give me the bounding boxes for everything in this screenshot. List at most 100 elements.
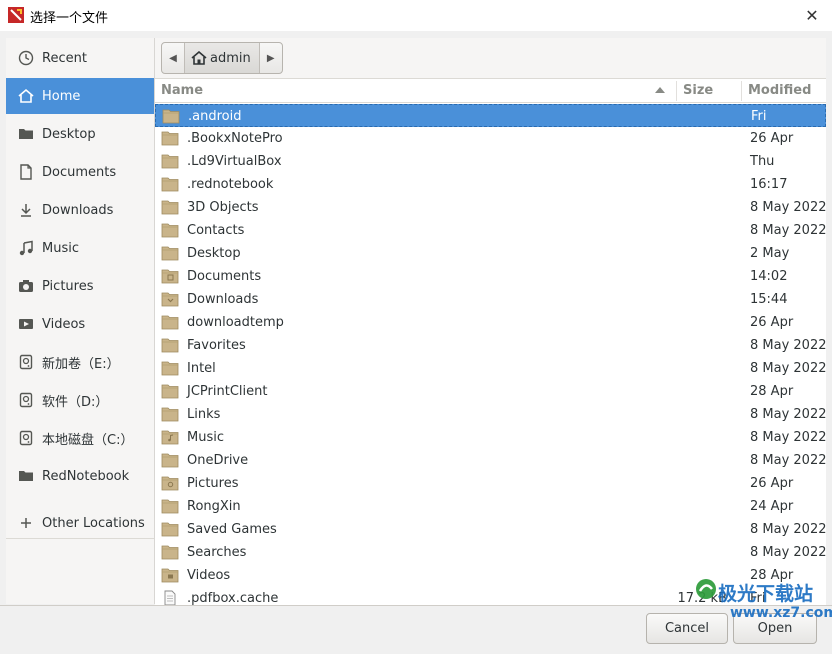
file-modified: 8 May 2022 — [750, 200, 826, 215]
main-pane: ◀ admin ▶ Name Size Modified .android Fri… — [155, 38, 826, 605]
column-divider[interactable] — [741, 81, 742, 101]
folder-icon — [161, 567, 179, 583]
folder-icon — [161, 314, 179, 330]
folder-icon — [161, 130, 179, 146]
file-row[interactable]: Pictures 26 Apr — [155, 472, 826, 495]
chevron-left-icon[interactable]: ◀ — [169, 53, 177, 64]
watermark: 极光下载站 www.xz7.com — [694, 575, 832, 647]
sidebar-item-label: Desktop — [42, 126, 96, 142]
file-row[interactable]: Documents 14:02 — [155, 265, 826, 288]
file-modified: 8 May 2022 — [750, 545, 826, 560]
file-name: Searches — [187, 545, 247, 560]
file-name: Favorites — [187, 338, 246, 353]
file-row[interactable]: .rednotebook 16:17 — [155, 173, 826, 196]
watermark-title: 极光下载站 — [718, 583, 814, 605]
column-size-header[interactable]: Size — [683, 79, 713, 102]
folder-icon — [161, 360, 179, 376]
app-icon — [8, 7, 24, 23]
file-row[interactable]: 3D Objects 8 May 2022 — [155, 196, 826, 219]
chevron-right-icon[interactable]: ▶ — [267, 53, 275, 64]
music-icon — [18, 240, 34, 256]
column-divider[interactable] — [676, 81, 677, 101]
file-row[interactable]: OneDrive 8 May 2022 — [155, 449, 826, 472]
folder-icon — [161, 337, 179, 353]
folder-icon — [161, 268, 179, 284]
sidebar-item-downloads[interactable]: Downloads — [6, 192, 154, 228]
file-row[interactable]: Desktop 2 May — [155, 242, 826, 265]
file-name: Intel — [187, 361, 216, 376]
file-modified: 28 Apr — [750, 384, 794, 399]
file-name: 3D Objects — [187, 200, 259, 215]
home-icon — [191, 51, 207, 65]
path-forward-button[interactable]: ▶ — [260, 43, 282, 73]
sidebar-item-documents[interactable]: Documents — [6, 154, 154, 190]
sidebar-item-label: Other Locations — [42, 515, 145, 531]
file-row[interactable]: Downloads 15:44 — [155, 288, 826, 311]
file-modified: 16:17 — [750, 177, 788, 192]
file-row[interactable]: Favorites 8 May 2022 — [155, 334, 826, 357]
file-name: .android — [188, 109, 242, 124]
file-row[interactable]: Music 8 May 2022 — [155, 426, 826, 449]
folder-icon — [161, 406, 179, 422]
clock-icon — [18, 50, 34, 66]
column-modified-header[interactable]: Modified — [748, 79, 811, 102]
file-list[interactable]: Name Size Modified .android Fri .BookxNote… — [155, 78, 826, 605]
file-modified: 8 May 2022 — [750, 407, 826, 422]
file-row[interactable]: Contacts 8 May 2022 — [155, 219, 826, 242]
path-bar: ◀ admin ▶ — [161, 42, 283, 74]
sidebar-item-label: 软件（D:） — [42, 394, 109, 410]
file-row[interactable]: .Ld9VirtualBox Thu — [155, 150, 826, 173]
path-back-button[interactable]: ◀ — [162, 43, 184, 73]
folder-icon — [161, 222, 179, 238]
sidebar-item-drive-10[interactable]: 本地磁盘（C:） — [6, 420, 154, 456]
file-modified: 8 May 2022 — [750, 223, 826, 238]
file-name: JCPrintClient — [187, 384, 268, 399]
file-row[interactable]: Links 8 May 2022 — [155, 403, 826, 426]
download-icon — [18, 202, 34, 218]
folder-icon — [161, 199, 179, 215]
file-modified: 8 May 2022 — [750, 522, 826, 537]
folder-icon — [161, 521, 179, 537]
file-name: .BookxNotePro — [187, 131, 283, 146]
file-row[interactable]: .BookxNotePro 26 Apr — [155, 127, 826, 150]
column-name-header[interactable]: Name — [161, 79, 203, 102]
file-row[interactable]: Saved Games 8 May 2022 — [155, 518, 826, 541]
file-modified: 8 May 2022 — [750, 430, 826, 445]
file-modified: 15:44 — [750, 292, 788, 307]
sidebar-item-home[interactable]: Home — [6, 78, 154, 114]
sidebar-item-rednotebook[interactable]: RedNotebook — [6, 458, 154, 494]
file-modified: 8 May 2022 — [750, 453, 826, 468]
file-row[interactable]: Intel 8 May 2022 — [155, 357, 826, 380]
file-row[interactable]: Searches 8 May 2022 — [155, 541, 826, 564]
sidebar-item-recent[interactable]: Recent — [6, 40, 154, 76]
sidebar-item-label: RedNotebook — [42, 468, 130, 484]
sidebar-item-drive-8[interactable]: 新加卷（E:） — [6, 344, 154, 380]
folder-icon — [161, 245, 179, 261]
places-sidebar: Recent Home Desktop Documents Downloads Music… — [6, 38, 155, 604]
sidebar-item-pictures[interactable]: Pictures — [6, 268, 154, 304]
sidebar-item-label: 本地磁盘（C:） — [42, 432, 134, 448]
sidebar-item-label: Music — [42, 240, 79, 256]
file-row[interactable]: JCPrintClient 28 Apr — [155, 380, 826, 403]
path-button-home[interactable]: admin — [184, 43, 260, 73]
sidebar-item-label: Home — [42, 88, 81, 104]
folder-icon — [18, 468, 34, 484]
document-icon — [18, 164, 34, 180]
file-name: Contacts — [187, 223, 245, 238]
close-button[interactable]: ✕ — [792, 0, 832, 31]
sidebar-item-label: Recent — [42, 50, 87, 66]
folder-icon — [161, 383, 179, 399]
file-row[interactable]: RongXin 24 Apr — [155, 495, 826, 518]
folder-icon — [161, 291, 179, 307]
sidebar-item-videos[interactable]: Videos — [6, 306, 154, 342]
file-name: Pictures — [187, 476, 239, 491]
file-row[interactable]: .android Fri — [155, 104, 826, 127]
file-name: .rednotebook — [187, 177, 274, 192]
sidebar-item-desktop[interactable]: Desktop — [6, 116, 154, 152]
close-icon[interactable]: ✕ — [805, 6, 818, 25]
sidebar-item-other-locations[interactable]: Other Locations — [6, 505, 154, 541]
file-modified: 26 Apr — [750, 315, 794, 330]
sidebar-item-music[interactable]: Music — [6, 230, 154, 266]
sidebar-item-drive-9[interactable]: 软件（D:） — [6, 382, 154, 418]
file-row[interactable]: downloadtemp 26 Apr — [155, 311, 826, 334]
